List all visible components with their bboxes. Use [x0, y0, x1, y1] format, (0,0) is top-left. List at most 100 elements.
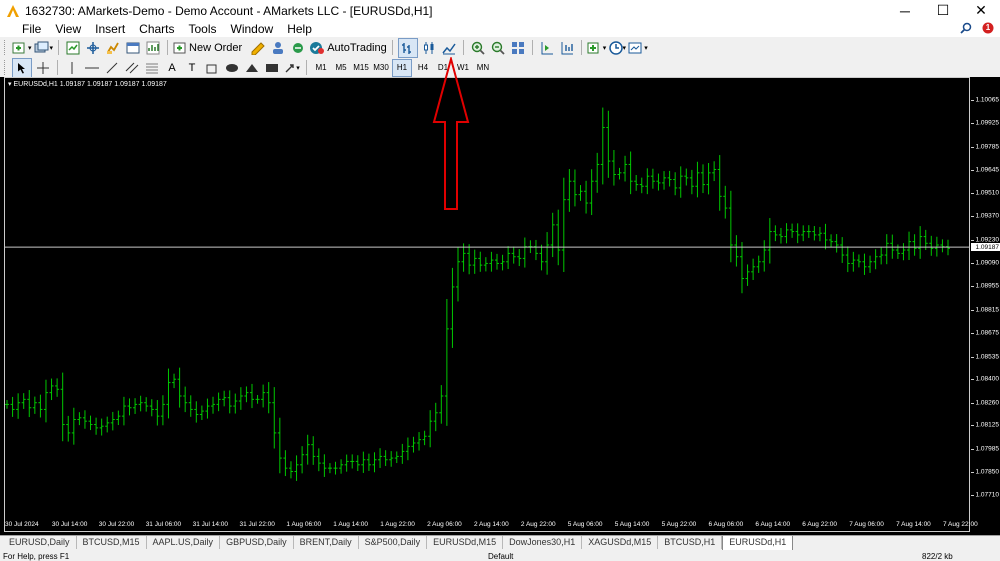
- menu-charts[interactable]: Charts: [132, 21, 181, 37]
- price-bar: [634, 175, 639, 191]
- minimize-button[interactable]: ─: [886, 0, 924, 21]
- timeframe-mn[interactable]: MN: [474, 60, 492, 76]
- bar-chart-icon[interactable]: [397, 37, 418, 58]
- price-bar: [550, 212, 555, 258]
- line-chart-icon[interactable]: [440, 39, 458, 57]
- profiles-icon[interactable]: ▾: [34, 39, 53, 57]
- toolbar-grip[interactable]: [4, 40, 8, 55]
- menu-view[interactable]: View: [48, 21, 88, 37]
- new-order-button[interactable]: New Order: [173, 39, 242, 57]
- time-tick-label: 2 Aug 14:00: [474, 521, 509, 528]
- tab-sp500-daily[interactable]: S&P500,Daily: [359, 536, 428, 549]
- price-bar: [417, 432, 422, 451]
- signals-icon[interactable]: [289, 39, 307, 57]
- menu-tools[interactable]: Tools: [182, 21, 224, 37]
- price-axis[interactable]: 1.10065 1.09925 1.09785 1.09645 1.09510 1.093…: [971, 77, 1000, 535]
- close-button[interactable]: ✕: [962, 0, 1000, 21]
- navigator-icon[interactable]: [104, 39, 122, 57]
- tab-xagusdd-m15[interactable]: XAGUSDd,M15: [582, 536, 659, 549]
- price-bar: [300, 446, 305, 474]
- price-chart[interactable]: [0, 77, 971, 535]
- standard-toolbar: ▾ ▾ New Order AutoTrading ▾ ▾ ▾: [0, 37, 1000, 59]
- tab-aapl-daily[interactable]: AAPL.US,Daily: [147, 536, 221, 549]
- tab-brent-daily[interactable]: BRENT,Daily: [294, 536, 359, 549]
- vertical-line-icon[interactable]: [63, 59, 81, 77]
- menu-file[interactable]: File: [0, 21, 48, 37]
- data-window-icon[interactable]: [84, 39, 102, 57]
- tab-gbpusd-daily[interactable]: GBPUSD,Daily: [220, 536, 294, 549]
- time-tick-label: 6 Aug 06:00: [708, 521, 744, 528]
- menu-window[interactable]: Window: [224, 21, 281, 37]
- tab-btcusd-h1[interactable]: BTCUSD,H1: [658, 536, 723, 549]
- new-chart-icon[interactable]: ▾: [12, 39, 32, 57]
- horizontal-line-icon[interactable]: [83, 59, 101, 77]
- price-bar: [138, 395, 143, 412]
- timeframe-m15[interactable]: M15: [352, 60, 370, 76]
- periods-icon[interactable]: ▾: [608, 39, 626, 57]
- notification-icon[interactable]: 1: [982, 22, 994, 37]
- autoscroll-icon[interactable]: [558, 39, 576, 57]
- autotrading-button[interactable]: AutoTrading: [309, 39, 387, 57]
- price-tick-mark: [971, 471, 974, 473]
- price-tick-mark: [971, 379, 974, 381]
- tab-btcusd-m15[interactable]: BTCUSD,M15: [77, 536, 147, 549]
- trendline-icon[interactable]: [103, 59, 121, 77]
- rectangle-tool-icon[interactable]: [263, 59, 281, 77]
- time-tick-label: 2 Aug 06:00: [427, 521, 462, 528]
- tab-eurusdd-m15[interactable]: EURUSDd,M15: [427, 536, 504, 549]
- time-tick-label: 2 Aug 22:00: [520, 521, 556, 528]
- drawing-toolbar: A T ▾ M1 M5 M15 M30 H1 H4 D1 W1 MN: [0, 57, 1000, 78]
- price-tick-label: 1.09925: [975, 119, 1000, 127]
- timeframe-m5[interactable]: M5: [332, 60, 350, 76]
- price-bar: [127, 398, 132, 416]
- tab-eurusdd-h1[interactable]: EURUSDd,H1: [722, 536, 794, 551]
- zoom-in-icon[interactable]: [469, 39, 487, 57]
- chart-shift-icon[interactable]: [538, 39, 556, 57]
- cursor-icon[interactable]: [12, 57, 32, 78]
- strategy-tester-icon[interactable]: [144, 39, 162, 57]
- time-axis[interactable]: 30 Jul 2024 30 Jul 14:00 30 Jul 22:00 31 Ju…: [0, 518, 1000, 535]
- indicators-icon[interactable]: ▾: [587, 39, 606, 57]
- timeframe-h1[interactable]: H1: [392, 58, 412, 77]
- arrow-label-icon[interactable]: [203, 59, 221, 77]
- text-icon[interactable]: T: [183, 59, 201, 77]
- triangle-tool-icon[interactable]: [243, 59, 261, 77]
- price-bar: [662, 171, 667, 190]
- price-bar: [533, 239, 538, 261]
- chart-tabs: EURUSD,Daily BTCUSD,M15 AAPL.US,Daily GB…: [0, 535, 1000, 551]
- market-watch-icon[interactable]: [64, 39, 82, 57]
- menu-insert[interactable]: Insert: [88, 21, 132, 37]
- timeframe-m1[interactable]: M1: [312, 60, 330, 76]
- fibonacci-icon[interactable]: [143, 59, 161, 77]
- equidistant-channel-icon[interactable]: [123, 59, 141, 77]
- maximize-button[interactable]: ☐: [924, 0, 962, 21]
- ellipse-tool-icon[interactable]: [223, 59, 241, 77]
- timeframe-h4[interactable]: H4: [414, 60, 432, 76]
- accounts-icon[interactable]: [269, 39, 287, 57]
- time-tick-label: 6 Aug 14:00: [755, 521, 791, 528]
- tab-eurusd-daily[interactable]: EURUSD,Daily: [3, 536, 77, 549]
- crosshair-icon[interactable]: [34, 59, 52, 77]
- metaeditor-icon[interactable]: [249, 39, 267, 57]
- price-bar: [907, 231, 912, 261]
- terminal-icon[interactable]: [124, 39, 142, 57]
- chart-window[interactable]: ▾ EURUSDd,H1 1.09187 1.09187 1.09187 1.0…: [0, 57, 1000, 535]
- tab-dowjones30-h1[interactable]: DowJones30,H1: [503, 536, 583, 549]
- toolbar-grip[interactable]: [4, 60, 8, 75]
- price-bar: [595, 152, 600, 193]
- templates-icon[interactable]: ▾: [628, 39, 648, 57]
- status-profile: Default: [488, 552, 514, 561]
- new-order-label: New Order: [189, 41, 243, 54]
- price-bar: [645, 168, 650, 195]
- text-label-icon[interactable]: A: [163, 59, 181, 77]
- price-bar: [272, 387, 277, 449]
- arrows-dropdown-icon[interactable]: ▾: [283, 59, 301, 77]
- price-bar: [879, 247, 884, 265]
- tile-windows-icon[interactable]: [509, 39, 527, 57]
- price-bar: [456, 247, 461, 302]
- zoom-out-icon[interactable]: [489, 39, 507, 57]
- candlestick-chart-icon[interactable]: [420, 39, 438, 57]
- menu-help[interactable]: Help: [280, 21, 319, 37]
- timeframe-m30[interactable]: M30: [372, 60, 390, 76]
- search-icon[interactable]: [960, 22, 972, 37]
